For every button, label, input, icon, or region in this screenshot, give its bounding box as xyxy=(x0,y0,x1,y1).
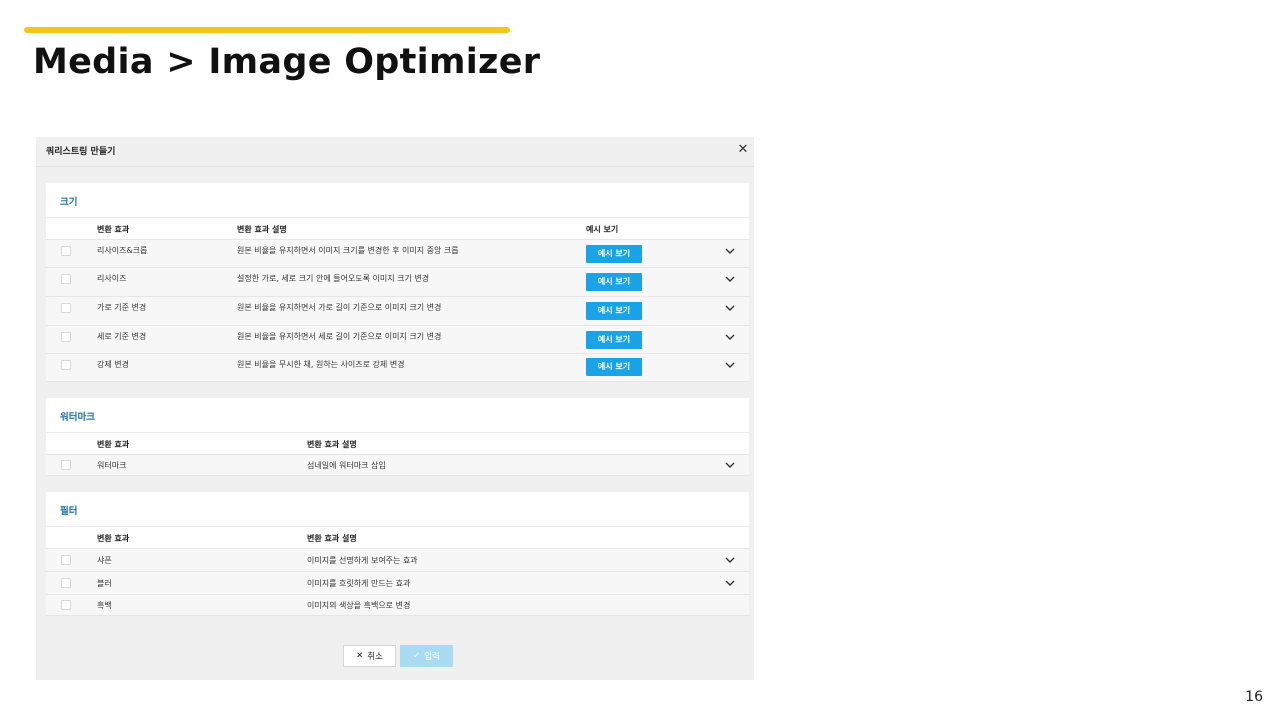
section-title-filter: 필터 xyxy=(46,492,749,527)
chevron-down-icon[interactable] xyxy=(724,555,736,565)
col-header-preview: 예시 보기 xyxy=(586,225,619,234)
size-table-header: 변환 효과 변환 효과 설명 예시 보기 xyxy=(46,218,749,240)
effect-name: 세로 기준 변경 xyxy=(97,332,147,341)
preview-button[interactable]: 예시 보기 xyxy=(586,358,642,376)
preview-button[interactable]: 예시 보기 xyxy=(586,302,642,320)
table-row[interactable]: 샤픈 이미지를 선명하게 보여주는 효과 xyxy=(46,549,749,572)
effect-name: 가로 기준 변경 xyxy=(97,303,147,312)
chevron-down-icon[interactable] xyxy=(724,360,736,370)
filter-table-header: 변환 효과 변환 효과 설명 xyxy=(46,527,749,549)
section-title-watermark: 워터마크 xyxy=(46,398,749,433)
effect-description: 설정한 가로, 세로 크기 안에 들어오도록 이미지 크기 변경 xyxy=(237,274,430,283)
effect-description: 이미지의 색상을 흑백으로 변경 xyxy=(307,601,411,610)
row-checkbox[interactable] xyxy=(61,274,71,284)
col-header-description: 변환 효과 설명 xyxy=(307,534,357,543)
table-row[interactable]: 리사이즈&크롭 원본 비율을 유지하면서 이미지 크기를 변경한 후 이미지 중… xyxy=(46,240,749,268)
effect-name: 블러 xyxy=(97,579,112,588)
cancel-button-label: 취소 xyxy=(367,652,383,662)
effect-name: 강제 변경 xyxy=(97,360,129,369)
close-icon[interactable]: ✕ xyxy=(736,142,750,158)
slide-title: Media > Image Optimizer xyxy=(33,42,541,82)
title-accent-bar xyxy=(24,27,510,33)
chevron-down-icon[interactable] xyxy=(724,578,736,588)
table-row[interactable]: 리사이즈 설정한 가로, 세로 크기 안에 들어오도록 이미지 크기 변경 예시… xyxy=(46,268,749,297)
modal-title: 쿼리스트링 만들기 xyxy=(46,147,116,157)
table-row[interactable]: 흑백 이미지의 색상을 흑백으로 변경 xyxy=(46,595,749,616)
col-header-effect: 변환 효과 xyxy=(97,225,130,234)
col-header-description: 변환 효과 설명 xyxy=(237,225,287,234)
effect-description: 이미지를 흐릿하게 만드는 효과 xyxy=(307,579,411,588)
row-checkbox[interactable] xyxy=(61,332,71,342)
effect-name: 워터마크 xyxy=(97,461,127,470)
effect-name: 샤픈 xyxy=(97,556,112,565)
effect-description: 원본 비율을 유지하면서 세로 길이 기준으로 이미지 크기 변경 xyxy=(237,332,442,341)
preview-button[interactable]: 예시 보기 xyxy=(586,331,642,349)
effect-description: 원본 비율을 유지하면서 이미지 크기를 변경한 후 이미지 중앙 크롭 xyxy=(237,246,459,255)
col-header-effect: 변환 효과 xyxy=(97,534,130,543)
effect-name: 리사이즈 xyxy=(97,274,127,283)
close-icon: ✕ xyxy=(356,651,364,661)
modal-header: 쿼리스트링 만들기 ✕ xyxy=(36,137,754,167)
chevron-down-icon[interactable] xyxy=(724,274,736,284)
col-header-effect: 변환 효과 xyxy=(97,440,130,449)
chevron-down-icon[interactable] xyxy=(724,246,736,256)
preview-button[interactable]: 예시 보기 xyxy=(586,245,642,263)
table-row[interactable]: 가로 기준 변경 원본 비율을 유지하면서 가로 길이 기준으로 이미지 크기 … xyxy=(46,297,749,326)
row-checkbox[interactable] xyxy=(61,578,71,588)
cancel-button[interactable]: ✕ 취소 xyxy=(343,645,396,667)
submit-button[interactable]: ✓ 입력 xyxy=(400,645,453,667)
check-icon: ✓ xyxy=(413,651,421,661)
chevron-down-icon[interactable] xyxy=(724,460,736,470)
row-checkbox[interactable] xyxy=(61,555,71,565)
effect-description: 섬네일에 워터마크 삽입 xyxy=(307,461,386,470)
preview-button[interactable]: 예시 보기 xyxy=(586,273,642,291)
querystring-modal: 쿼리스트링 만들기 ✕ 크기 변환 효과 변환 효과 설명 예시 보기 리사이즈… xyxy=(36,137,754,680)
effect-description: 원본 비율을 유지하면서 가로 길이 기준으로 이미지 크기 변경 xyxy=(237,303,442,312)
effect-name: 리사이즈&크롭 xyxy=(97,246,148,255)
page-number: 16 xyxy=(1245,689,1263,705)
table-row[interactable]: 세로 기준 변경 원본 비율을 유지하면서 세로 길이 기준으로 이미지 크기 … xyxy=(46,326,749,354)
col-header-description: 변환 효과 설명 xyxy=(307,440,357,449)
table-row[interactable]: 강제 변경 원본 비율을 무시한 채, 원하는 사이즈로 강제 변경 예시 보기 xyxy=(46,354,749,382)
table-row[interactable]: 블러 이미지를 흐릿하게 만드는 효과 xyxy=(46,572,749,595)
effect-description: 이미지를 선명하게 보여주는 효과 xyxy=(307,556,418,565)
size-section: 크기 변환 효과 변환 효과 설명 예시 보기 리사이즈&크롭 원본 비율을 유… xyxy=(46,183,749,382)
watermark-table-header: 변환 효과 변환 효과 설명 xyxy=(46,433,749,455)
modal-footer: ✕ 취소 ✓ 입력 xyxy=(36,645,754,667)
section-title-size: 크기 xyxy=(46,183,749,218)
chevron-down-icon[interactable] xyxy=(724,332,736,342)
watermark-section: 워터마크 변환 효과 변환 효과 설명 워터마크 섬네일에 워터마크 삽입 xyxy=(46,398,749,476)
table-row[interactable]: 워터마크 섬네일에 워터마크 삽입 xyxy=(46,455,749,476)
row-checkbox[interactable] xyxy=(61,360,71,370)
effect-name: 흑백 xyxy=(97,601,112,610)
row-checkbox[interactable] xyxy=(61,600,71,610)
row-checkbox[interactable] xyxy=(61,303,71,313)
filter-section: 필터 변환 효과 변환 효과 설명 샤픈 이미지를 선명하게 보여주는 효과 블… xyxy=(46,492,749,616)
effect-description: 원본 비율을 무시한 채, 원하는 사이즈로 강제 변경 xyxy=(237,360,405,369)
row-checkbox[interactable] xyxy=(61,460,71,470)
row-checkbox[interactable] xyxy=(61,246,71,256)
submit-button-label: 입력 xyxy=(424,652,440,662)
chevron-down-icon[interactable] xyxy=(724,303,736,313)
